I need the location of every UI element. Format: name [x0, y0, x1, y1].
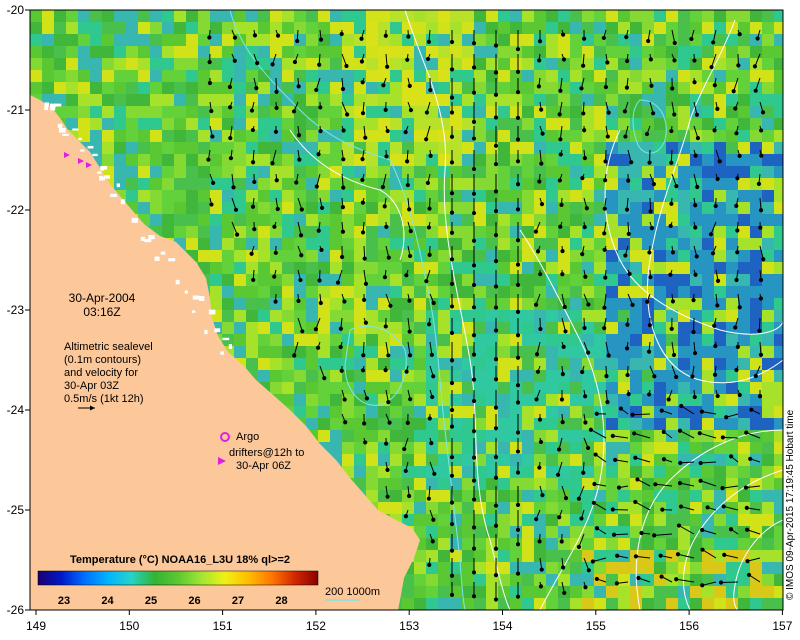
altimetry-line-5: 0.5m/s (1kt 12h): [64, 393, 143, 405]
altimetry-line-2: (0.1m contours): [64, 354, 141, 366]
colorbar-title: Temperature (°C) NOAA16_L3U 18% ql>=2: [70, 554, 290, 566]
x-tick-label: 152: [306, 619, 326, 633]
sst-field: [30, 10, 783, 610]
colorbar-bar: [37, 570, 319, 586]
y-tick-label: -21: [7, 103, 25, 117]
x-tick-label: 154: [492, 619, 512, 633]
x-tick-label: 150: [119, 619, 139, 633]
colorbar-tick-label: 24: [101, 595, 114, 607]
y-tick-label: -22: [7, 203, 25, 217]
x-tick-label: 153: [399, 619, 419, 633]
x-tick-label: 149: [26, 619, 46, 633]
date-label: 30-Apr-2004: [69, 291, 136, 305]
altimetry-line-3: and velocity for: [64, 367, 138, 379]
y-tick-label: -23: [7, 303, 25, 317]
depth-legend-label: 200 1000m: [325, 586, 380, 598]
credit-label: © IMOS 09-Apr-2015 17:19:45 Hobart time: [785, 409, 796, 600]
colorbar-tick-label: 25: [145, 595, 157, 607]
colorbar-tick-label: 23: [58, 595, 70, 607]
y-axis: -20 -21 -22 -23 -24 -25 -26: [7, 3, 30, 617]
colorbar-tick-label: 28: [275, 595, 287, 607]
drifters-line-2: 30-Apr 06Z: [236, 460, 291, 472]
y-tick-label: -20: [7, 3, 25, 17]
ocean-temperature-map: 149 150 151 152 153 154 155 156 157 -20 -21 -22 -23…: [7, 3, 796, 633]
y-tick-label: -24: [7, 403, 25, 417]
colorbar-tick-label: 27: [232, 595, 244, 607]
x-axis: 149 150 151 152 153 154 155 156 157: [26, 610, 793, 633]
x-tick-label: 156: [679, 619, 699, 633]
colorbar-tick-label: 26: [188, 595, 200, 607]
depth-legend: 200 1000m: [325, 586, 380, 601]
x-tick-label: 151: [213, 619, 233, 633]
x-tick-label: 157: [772, 619, 792, 633]
altimetry-line-4: 30-Apr 03Z: [64, 380, 119, 392]
y-tick-label: -25: [7, 503, 25, 517]
time-label: 03:16Z: [83, 305, 120, 319]
y-tick-label: -26: [7, 603, 25, 617]
argo-label: Argo: [236, 431, 259, 443]
altimetry-line-1: Altimetric sealevel: [64, 341, 153, 353]
drifters-line-1: drifters@12h to: [229, 447, 304, 459]
x-tick-label: 155: [586, 619, 606, 633]
